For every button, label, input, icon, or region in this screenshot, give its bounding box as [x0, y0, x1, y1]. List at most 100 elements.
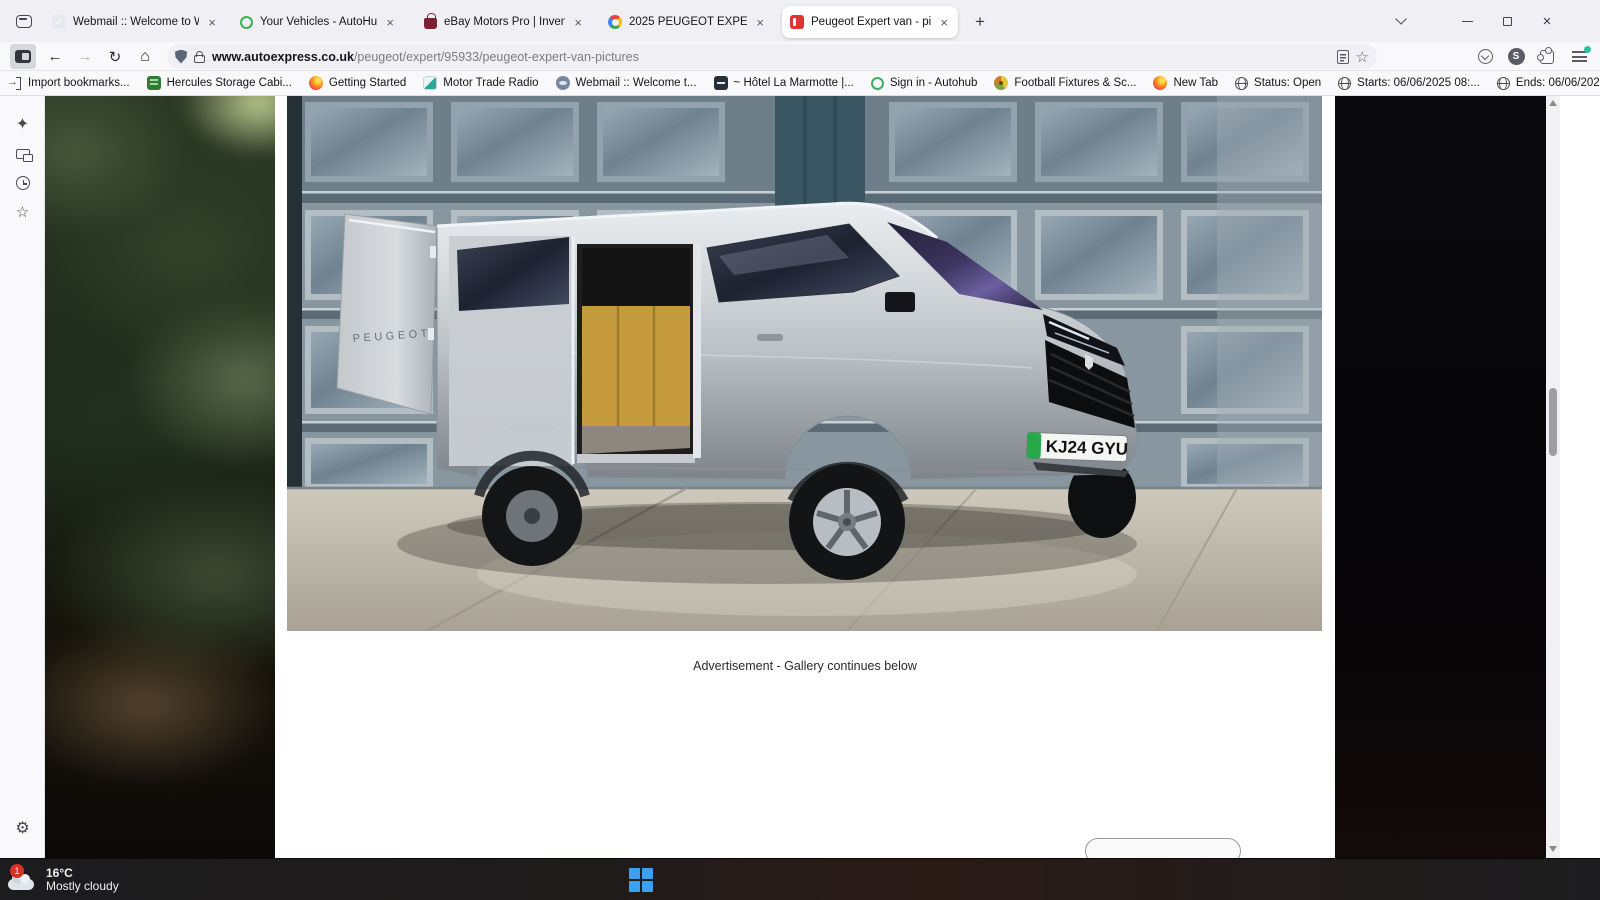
bookmark-new-tab[interactable]: New Tab	[1153, 76, 1218, 90]
background-ad-left[interactable]	[45, 96, 275, 858]
front-wheel	[789, 464, 905, 580]
bookmark-label: Getting Started	[329, 77, 406, 89]
reload-button[interactable]: ↻	[102, 44, 128, 69]
tab-autoexpress-active[interactable]: Peugeot Expert van - pictures | ×	[782, 6, 958, 38]
motor-trade-favicon	[423, 76, 437, 90]
tab-close-icon[interactable]: ×	[206, 15, 218, 30]
tab-list-dropdown-button[interactable]	[1386, 10, 1416, 32]
bookmarks-button[interactable]: ☆	[9, 198, 36, 225]
bookmark-football-fixtures[interactable]: Football Fixtures & Sc...	[994, 76, 1136, 90]
bookmark-label: ~ Hôtel La Marmotte |...	[734, 77, 854, 89]
puzzle-icon	[1540, 50, 1554, 64]
rear-wheel	[479, 456, 585, 566]
advertisement-caption: Advertisement - Gallery continues below	[275, 659, 1335, 673]
globe-icon	[1338, 77, 1351, 90]
number-plate: KJ24 GYU	[1027, 432, 1129, 462]
tab-close-icon[interactable]: ×	[754, 15, 766, 30]
ai-chatbot-button[interactable]: ✦	[9, 110, 36, 137]
window-close-button[interactable]: ×	[1532, 10, 1562, 32]
lock-icon[interactable]	[194, 55, 205, 63]
new-tab-button[interactable]: +	[968, 10, 992, 34]
chevron-down-icon	[1395, 13, 1406, 24]
bookmark-motor-trade-radio[interactable]: Motor Trade Radio	[423, 76, 538, 90]
notification-badge: 1	[10, 864, 24, 878]
article-image-peugeot-expert-van[interactable]: PEUGEOT	[287, 96, 1322, 631]
scroll-down-arrow[interactable]	[1549, 846, 1557, 854]
synced-tabs-button[interactable]	[9, 140, 36, 167]
open-sliding-door-cargo	[577, 244, 701, 463]
hotel-favicon	[714, 76, 728, 90]
globe-icon	[1235, 77, 1248, 90]
restore-icon	[1503, 17, 1512, 26]
weather-condition-label: Mostly cloudy	[46, 880, 119, 893]
bookmark-webmail[interactable]: Webmail :: Welcome t...	[556, 76, 697, 90]
url-path: /peugeot/expert/95933/peugeot-expert-van…	[354, 50, 639, 64]
firefox-view-button[interactable]	[10, 9, 38, 33]
app-menu-button[interactable]	[1566, 44, 1592, 69]
forward-button[interactable]: →	[72, 44, 98, 69]
back-button[interactable]: ←	[42, 44, 68, 69]
tab-webmail[interactable]: ✓ Webmail :: Welcome to Webma ×	[44, 6, 226, 38]
tab-close-icon[interactable]: ×	[938, 15, 950, 30]
bookmark-hercules-storage[interactable]: Hercules Storage Cabi...	[147, 76, 292, 90]
bookmark-label: Motor Trade Radio	[443, 77, 538, 89]
firefox-icon	[1153, 76, 1167, 90]
autoexpress-favicon	[790, 15, 804, 29]
hercules-favicon	[147, 76, 161, 90]
sparkle-icon: ✦	[16, 114, 29, 134]
bookmark-status-open[interactable]: Status: Open	[1235, 77, 1321, 90]
sidebar-settings-button[interactable]: ⚙	[9, 814, 36, 841]
bookmark-import[interactable]: Import bookmarks...	[8, 76, 130, 90]
url-text[interactable]: www.autoexpress.co.uk/peugeot/expert/959…	[212, 50, 1330, 64]
navigation-toolbar: ← → ↻ ⌂ www.autoexpress.co.uk/peugeot/ex…	[0, 42, 1600, 71]
scrollbar-thumb[interactable]	[1549, 388, 1557, 456]
hamburger-menu-icon	[1572, 51, 1587, 62]
reader-view-icon[interactable]	[1337, 50, 1349, 64]
plate-text: KJ24 GYU	[1046, 437, 1129, 459]
history-button[interactable]	[9, 169, 36, 196]
article-content: PEUGEOT	[275, 96, 1335, 858]
scroll-up-arrow[interactable]	[1549, 100, 1557, 108]
webmail-favicon: ✓	[52, 15, 66, 29]
tab-ebay-motors[interactable]: eBay Motors Pro | Inventory ×	[416, 6, 592, 38]
weather-widget[interactable]: 1 16°C Mostly cloudy	[8, 861, 119, 899]
tab-strip: ✓ Webmail :: Welcome to Webma × Your Veh…	[0, 0, 1600, 42]
window-restore-button[interactable]	[1492, 10, 1522, 32]
bookmark-star-icon[interactable]: ☆	[1356, 48, 1369, 66]
browser-viewport: PEUGEOT	[45, 96, 1560, 858]
ebay-favicon	[424, 18, 437, 29]
tab-close-icon[interactable]: ×	[384, 15, 396, 30]
address-bar[interactable]: www.autoexpress.co.uk/peugeot/expert/959…	[167, 44, 1377, 69]
tab-close-icon[interactable]: ×	[572, 15, 584, 30]
tab-title: eBay Motors Pro | Inventory	[444, 16, 565, 28]
firefox-sidebar-rail: ✦ ☆ ⚙	[0, 96, 45, 858]
bookmark-label: Hercules Storage Cabi...	[167, 77, 292, 89]
bookmark-label: Import bookmarks...	[28, 77, 130, 89]
google-favicon	[608, 15, 622, 29]
sidebar-toggle-button[interactable]	[10, 44, 36, 69]
bookmark-label: New Tab	[1173, 77, 1218, 89]
door-handle	[757, 334, 783, 341]
window-minimize-button[interactable]	[1452, 10, 1482, 32]
bookmark-starts[interactable]: Starts: 06/06/2025 08:...	[1338, 77, 1480, 90]
tab-google-search[interactable]: 2025 PEUGEOT EXPERT DIESEL - ×	[600, 6, 774, 38]
background-ad-right[interactable]	[1335, 96, 1546, 858]
account-button[interactable]: S	[1503, 44, 1529, 69]
start-button[interactable]	[628, 867, 654, 893]
bookmark-signin-autohub[interactable]: Sign in - Autohub	[871, 77, 978, 90]
extensions-button[interactable]	[1534, 44, 1560, 69]
gallery-next-button-partial[interactable]	[1085, 838, 1241, 858]
pocket-icon	[1478, 49, 1493, 64]
bookmark-hotel-la-marmotte[interactable]: ~ Hôtel La Marmotte |...	[714, 76, 854, 90]
tab-autohub-vehicles[interactable]: Your Vehicles - AutoHub ×	[232, 6, 404, 38]
pocket-button[interactable]	[1472, 44, 1498, 69]
bookmark-ends[interactable]: Ends: 06/06/2025 15:00	[1497, 77, 1600, 90]
football-favicon	[994, 76, 1008, 90]
page-scrollbar[interactable]	[1546, 96, 1560, 858]
bookmark-label: Status: Open	[1254, 77, 1321, 89]
bookmark-getting-started[interactable]: Getting Started	[309, 76, 406, 90]
home-button[interactable]: ⌂	[132, 44, 158, 69]
tracking-protection-shield-icon[interactable]	[175, 50, 187, 64]
minimize-icon	[1462, 21, 1473, 22]
import-icon	[8, 76, 22, 90]
